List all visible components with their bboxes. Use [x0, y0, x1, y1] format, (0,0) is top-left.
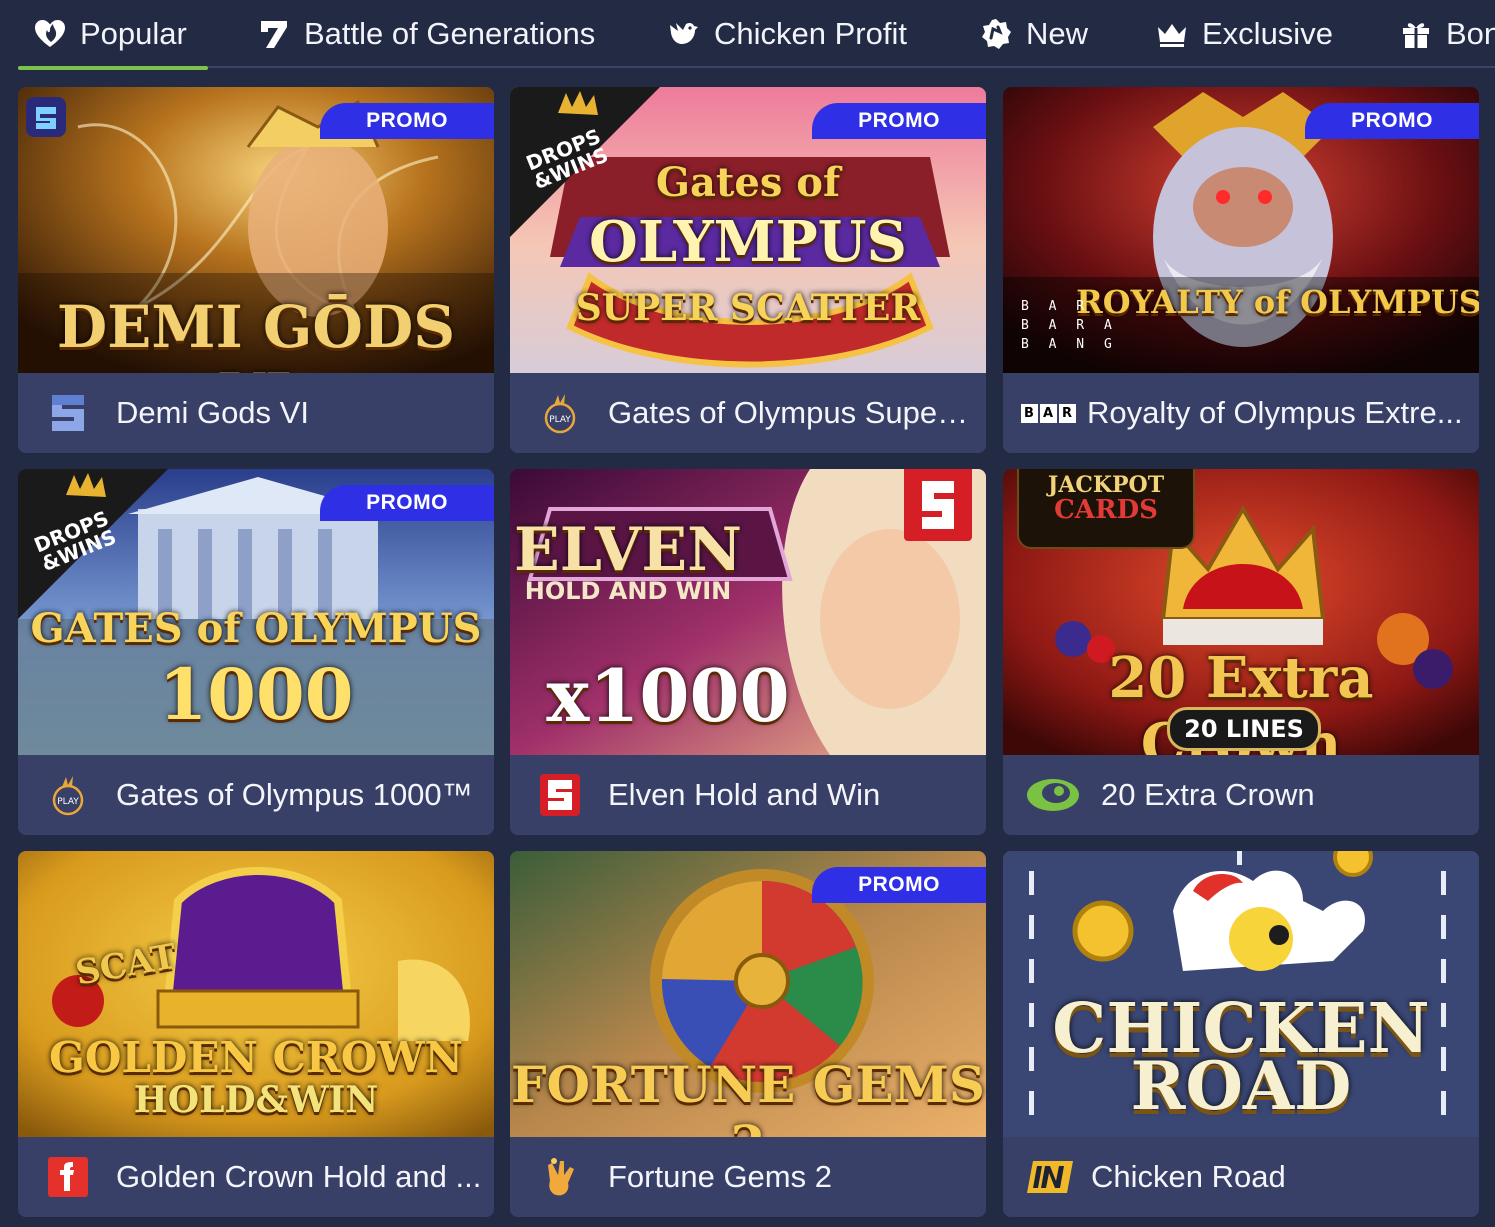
game-card-20-extra-crown[interactable]: JACKPOT CARDS 20 Extra Crown 20 LINES 20…	[1003, 469, 1479, 835]
studio-mark-line: B A R A	[1021, 318, 1118, 333]
jili-hand-icon	[530, 1155, 590, 1199]
spinomenal-red-s-icon	[530, 773, 590, 817]
crown-icon	[1154, 16, 1190, 52]
game-card-golden-crown-hold-and-win[interactable]: SCAT GOLDEN CROWN HOLD&WIN Golden Crown …	[18, 851, 494, 1217]
inout-games-icon	[1021, 1155, 1081, 1199]
game-logo: DEMI GŌDS VI	[56, 293, 456, 373]
game-thumbnail[interactable]: CHICKEN ROAD	[1003, 851, 1479, 1137]
game-title: Fortune Gems 2	[608, 1159, 832, 1194]
tab-bonus[interactable]: Bon	[1398, 0, 1495, 68]
game-logo-sub: x1000	[546, 653, 790, 738]
game-thumbnail[interactable]: DROPS &WINS Gates of OLYMPUS SUPER SCATT…	[510, 87, 986, 373]
tab-popular[interactable]: Popular	[32, 0, 187, 68]
provider-badge-letter: B	[1020, 403, 1038, 423]
tab-exclusive[interactable]: Exclusive	[1154, 0, 1333, 68]
game-card-elven-hold-and-win[interactable]: ELVEN HOLD AND WIN x1000 Elven Hold and …	[510, 469, 986, 835]
jackpot-cards-badge: JACKPOT CARDS	[1017, 469, 1195, 549]
game-logo-mid: HOLD AND WIN	[524, 577, 732, 605]
game-thumbnail[interactable]: JACKPOT CARDS 20 Extra Crown 20 LINES	[1003, 469, 1479, 755]
game-logo: FORTUNE GEMS 2	[510, 1055, 986, 1137]
game-card-footer: Elven Hold and Win	[510, 755, 986, 835]
game-thumbnail[interactable]: FORTUNE GEMS 2 PROMO	[510, 851, 986, 1137]
game-logo-sub: HOLD&WIN	[133, 1079, 379, 1121]
game-title: Gates of Olympus Super ...	[608, 395, 978, 430]
game-card-footer: 20 Extra Crown	[1003, 755, 1479, 835]
bar-bar-bang-mark: B A R B A R A B A N G	[1021, 297, 1118, 354]
game-card-footer: PLAY Gates of Olympus 1000™	[18, 755, 494, 835]
tab-label: Battle of Generations	[304, 16, 596, 51]
svg-text:PLAY: PLAY	[57, 797, 79, 807]
gift-icon	[1398, 16, 1434, 52]
game-thumbnail[interactable]: ELVEN HOLD AND WIN x1000	[510, 469, 986, 755]
endorphina-eye-icon	[1023, 773, 1083, 817]
game-card-chicken-road[interactable]: CHICKEN ROAD Chicken Road	[1003, 851, 1479, 1217]
promo-badge: PROMO	[812, 103, 986, 139]
game-card-gates-of-olympus-super-scatter[interactable]: DROPS &WINS Gates of OLYMPUS SUPER SCATT…	[510, 87, 986, 453]
spinomenal-badge	[904, 469, 972, 541]
tab-label: Popular	[80, 16, 187, 51]
studio-mark-line: B A N G	[1021, 337, 1118, 352]
game-card-footer: PLAY Gates of Olympus Super ...	[510, 373, 986, 453]
game-title: Golden Crown Hold and ...	[116, 1159, 482, 1194]
game-title: Demi Gods VI	[116, 395, 309, 430]
category-tabs: Popular Battle of Generations Chicken Pr…	[0, 0, 1495, 70]
game-card-royalty-of-olympus[interactable]: ROYALTY of OLYMPUS B A R B A R A B A N G…	[1003, 87, 1479, 453]
game-logo: GOLDEN CROWN	[49, 1033, 463, 1082]
provider-badge-letter: A	[1039, 403, 1057, 423]
game-logo: GATES of OLYMPUS	[30, 605, 482, 652]
game-logo: OLYMPUS	[589, 209, 907, 275]
game-logo-top: Gates of	[655, 159, 841, 206]
game-title: 20 Extra Crown	[1101, 777, 1315, 812]
game-logo: ELVEN	[514, 515, 742, 585]
pragmatic-play-icon: PLAY	[530, 391, 590, 435]
heart-flame-icon	[32, 16, 68, 52]
game-thumbnail[interactable]: DEMI GŌDS VI PROMO	[18, 87, 494, 373]
game-title: Royalty of Olympus Extre...	[1087, 395, 1463, 430]
game-title: Chicken Road	[1091, 1159, 1286, 1194]
game-card-footer: Golden Crown Hold and ...	[18, 1137, 494, 1217]
chicken-icon	[666, 16, 702, 52]
cards-label: CARDS	[1054, 495, 1158, 525]
promo-badge: PROMO	[320, 485, 494, 521]
svg-text:PLAY: PLAY	[549, 415, 571, 425]
tab-new[interactable]: New	[978, 0, 1088, 68]
game-title: Elven Hold and Win	[608, 777, 881, 812]
spinomenal-s-icon	[38, 391, 98, 435]
provider-badge-letter: R	[1058, 403, 1076, 423]
game-card-footer: Fortune Gems 2	[510, 1137, 986, 1217]
lines-badge: 20 LINES	[1167, 707, 1321, 751]
game-card-footer: B A R Royalty of Olympus Extre...	[1003, 373, 1479, 453]
pragmatic-play-icon: PLAY	[38, 773, 98, 817]
game-thumbnail[interactable]: ROYALTY of OLYMPUS B A R B A R A B A N G…	[1003, 87, 1479, 373]
promo-badge: PROMO	[812, 867, 986, 903]
tab-chicken-profit[interactable]: Chicken Profit	[666, 0, 907, 68]
game-card-fortune-gems-2[interactable]: FORTUNE GEMS 2 PROMO Fortune Gems 2	[510, 851, 986, 1217]
fazi-f-icon	[38, 1155, 98, 1199]
game-logo-sub: ROAD	[1130, 1047, 1352, 1125]
tab-label: New	[1026, 16, 1089, 51]
game-logo-sub: SUPER SCATTER	[575, 287, 921, 329]
game-thumbnail[interactable]: SCAT GOLDEN CROWN HOLD&WIN	[18, 851, 494, 1137]
tab-label: Exclusive	[1202, 16, 1333, 51]
promo-badge: PROMO	[320, 103, 494, 139]
game-card-demi-gods-vi[interactable]: DEMI GŌDS VI PROMO Demi Gods VI	[18, 87, 494, 453]
game-card-footer: Demi Gods VI	[18, 373, 494, 453]
game-thumbnail[interactable]: DROPS &WINS GATES of OLYMPUS 1000 PROMO	[18, 469, 494, 755]
tab-label: Bon	[1446, 16, 1495, 51]
tab-battle-of-generations[interactable]: Battle of Generations	[256, 0, 595, 68]
bar-bar-bang-icon: B A R	[1017, 391, 1079, 435]
game-card-footer: Chicken Road	[1003, 1137, 1479, 1217]
studio-mark-line: B A R	[1021, 299, 1091, 314]
game-logo-sub: 1000	[158, 653, 354, 736]
game-title: Gates of Olympus 1000™	[116, 777, 473, 812]
seven-icon	[256, 16, 292, 52]
new-badge-icon	[978, 16, 1014, 52]
game-card-gates-of-olympus-1000[interactable]: DROPS &WINS GATES of OLYMPUS 1000 PROMO …	[18, 469, 494, 835]
tab-label: Chicken Profit	[714, 16, 907, 51]
promo-badge: PROMO	[1305, 103, 1479, 139]
